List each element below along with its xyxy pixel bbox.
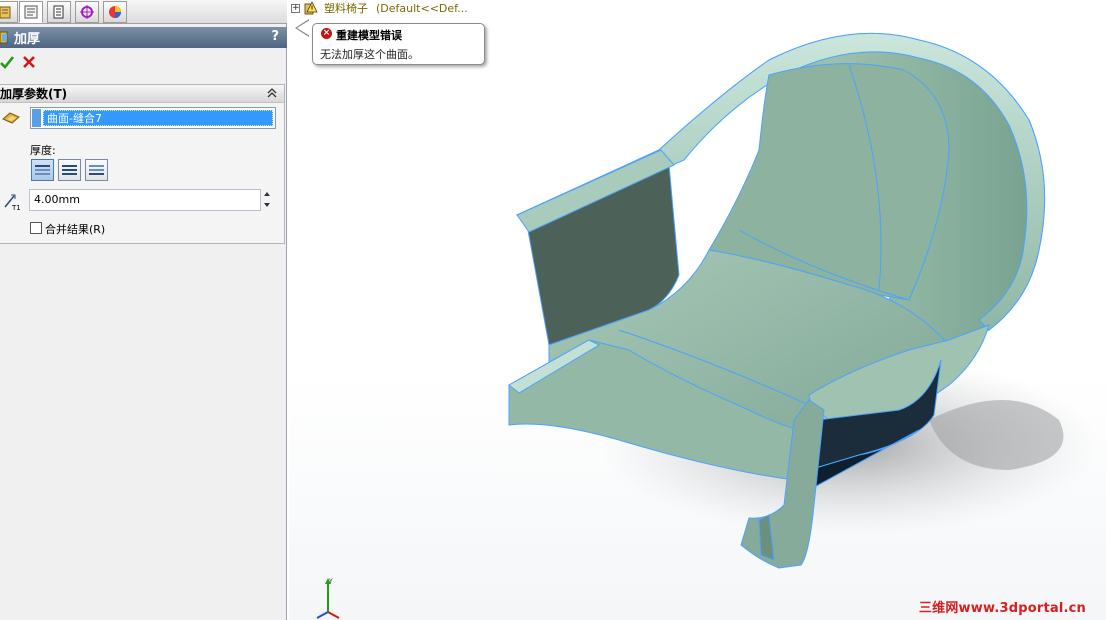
error-message: 无法加厚这个曲面。 xyxy=(320,48,419,61)
svg-text:T1: T1 xyxy=(11,204,21,211)
error-x-icon: × xyxy=(321,28,332,39)
chair-model-render[interactable] xyxy=(289,0,1106,620)
display-manager-tab[interactable] xyxy=(103,1,127,23)
error-bubble-pointer-fill xyxy=(297,20,310,36)
featuremanager-tab-icon xyxy=(0,6,11,19)
manager-tab-bar xyxy=(0,0,287,24)
configurationmanager-tab-icon xyxy=(53,5,64,19)
spin-up-arrow-icon[interactable] xyxy=(264,192,270,196)
rebuild-error-tooltip: × 重建模型错误 无法加厚这个曲面。 xyxy=(312,23,485,65)
propertymanager-tab[interactable] xyxy=(19,1,43,23)
thicken-side2-button[interactable] xyxy=(85,159,108,181)
featuremanager-tab[interactable] xyxy=(0,1,18,23)
surface-selection-box[interactable]: 曲面-缝合7 xyxy=(30,107,276,129)
error-title: 重建模型错误 xyxy=(336,29,402,42)
thickness-t1-icon: T1 xyxy=(4,194,21,211)
configurationmanager-tab[interactable] xyxy=(47,1,71,23)
thicken-parameters-group: 加厚参数(T) 曲面-缝合7 厚度: T1 4.00mm 合并结果(R) xyxy=(0,84,285,244)
solidworks-window: 加厚 ? 加厚参数(T) 曲面-缝合7 厚度: T1 4.00mm 合并结果(R… xyxy=(0,0,1106,620)
spin-down-arrow-icon[interactable] xyxy=(264,203,270,207)
thicken-side1-icon xyxy=(35,165,50,175)
feature-tree-root[interactable]: + 塑料椅子 (Default<<Def... xyxy=(291,0,468,16)
collapse-chevron-icon[interactable] xyxy=(266,87,278,99)
part-warning-icon xyxy=(304,1,318,15)
thickness-input[interactable]: 4.00mm xyxy=(29,189,261,211)
dimxpert-tab[interactable] xyxy=(75,1,99,23)
thicken-both-sides-button[interactable] xyxy=(58,159,81,181)
graphics-area[interactable]: + 塑料椅子 (Default<<Def... × 重建模型错误 无法加厚这个曲… xyxy=(289,0,1106,620)
group-title: 加厚参数(T) xyxy=(0,87,68,101)
selected-surface-item[interactable]: 曲面-缝合7 xyxy=(43,110,273,126)
propertymanager-tab-icon xyxy=(24,5,38,19)
svg-text:Y: Y xyxy=(328,578,333,585)
display-manager-tab-icon xyxy=(109,6,121,18)
property-manager-panel: 加厚 ? 加厚参数(T) 曲面-缝合7 厚度: T1 4.00mm 合并结果(R… xyxy=(0,0,287,620)
thicken-side2-icon xyxy=(89,165,104,175)
part-configuration: (Default<<Def... xyxy=(376,1,468,15)
merge-result-label: 合并结果(R) xyxy=(45,223,106,236)
thicken-side1-button[interactable] xyxy=(31,159,54,181)
tree-expander[interactable]: + xyxy=(291,3,300,13)
help-button[interactable]: ? xyxy=(271,29,279,44)
property-manager-title-bar: 加厚 ? xyxy=(0,27,287,48)
ok-check-icon[interactable] xyxy=(0,54,14,70)
dimxpert-tab-icon xyxy=(80,5,94,19)
thickness-spinner[interactable] xyxy=(262,189,274,211)
merge-result-checkbox[interactable] xyxy=(30,222,42,234)
property-manager-title: 加厚 xyxy=(14,32,41,47)
surface-select-icon xyxy=(2,112,20,124)
group-header[interactable]: 加厚参数(T) xyxy=(0,85,284,103)
watermark-text: 三维网www.3dportal.cn xyxy=(918,601,1086,616)
selection-color-marker xyxy=(32,109,41,127)
reference-triad-icon: Y xyxy=(316,578,340,619)
thickness-label: 厚度: xyxy=(30,144,56,157)
thicken-feature-icon xyxy=(0,31,8,44)
part-name: 塑料椅子 xyxy=(324,2,368,15)
thicken-both-sides-icon xyxy=(62,165,77,175)
cancel-x-icon[interactable] xyxy=(22,54,36,70)
